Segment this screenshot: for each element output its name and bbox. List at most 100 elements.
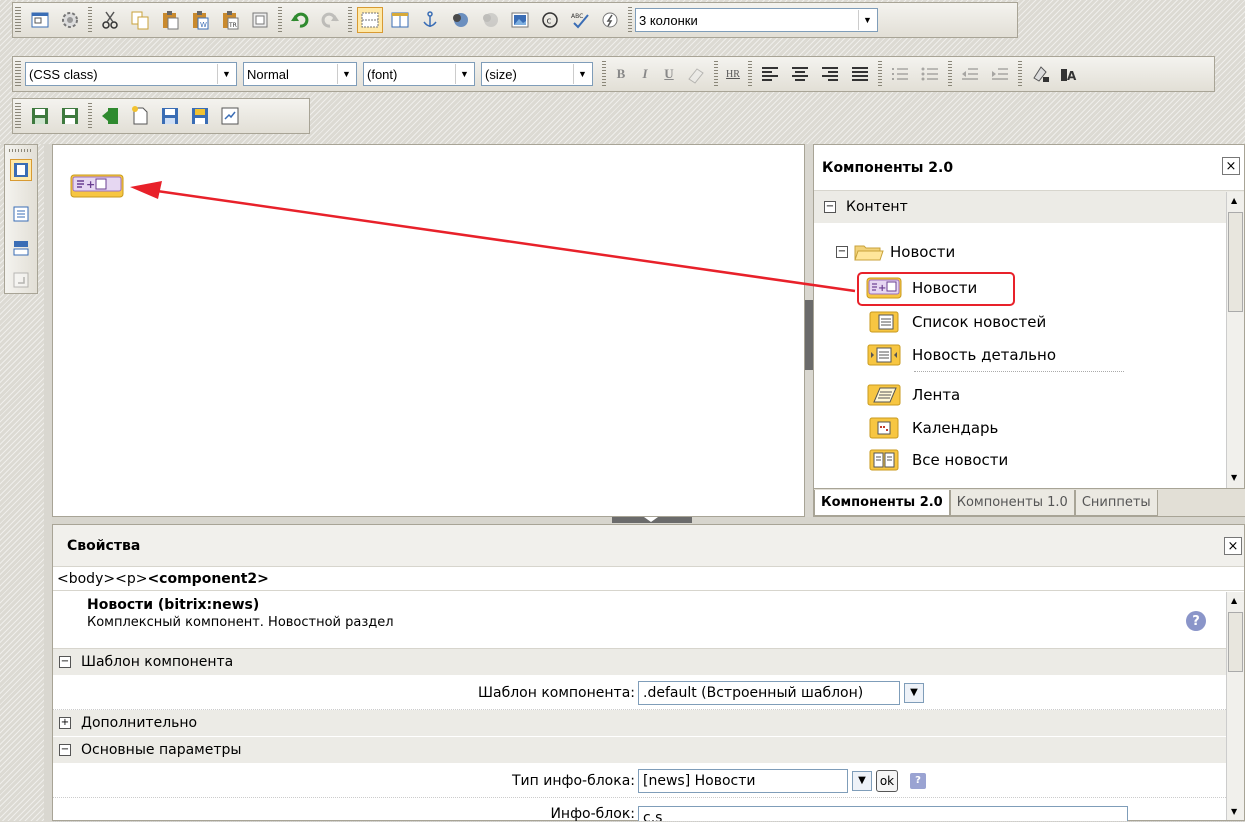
scroll-down-icon[interactable]: ▼ xyxy=(1231,473,1237,482)
format-select[interactable]: Normal ▼ xyxy=(243,62,357,86)
table-icon[interactable] xyxy=(387,7,413,33)
tab-components-2[interactable]: Компоненты 2.0 xyxy=(814,490,950,516)
scroll-thumb[interactable] xyxy=(1228,612,1243,672)
save-icon[interactable] xyxy=(27,103,53,129)
component-item-all-news[interactable]: Все новости xyxy=(866,449,1008,471)
breadcrumb-plain[interactable]: <body><p> xyxy=(57,571,147,587)
group-main-params[interactable]: − Основные параметры xyxy=(53,737,1244,764)
italic-button[interactable]: I xyxy=(633,66,657,82)
bullet-list-icon[interactable] xyxy=(917,61,943,87)
editor-canvas[interactable] xyxy=(52,144,805,517)
copyright-icon[interactable]: c xyxy=(537,7,563,33)
close-icon[interactable]: × xyxy=(1222,157,1240,175)
unlink-icon[interactable] xyxy=(477,7,503,33)
iblock-type-select[interactable]: [news] Новости xyxy=(638,768,848,793)
image-icon[interactable] xyxy=(507,7,533,33)
help-icon[interactable]: ? xyxy=(910,772,926,789)
help-icon[interactable]: ? xyxy=(1186,611,1206,631)
component-item-calendar[interactable]: Календарь xyxy=(866,417,998,439)
component-item-news-list[interactable]: Список новостей xyxy=(866,311,1046,333)
exit-icon[interactable] xyxy=(97,103,123,129)
toolbar-grip[interactable] xyxy=(15,7,21,33)
visual-mode-icon[interactable] xyxy=(10,159,32,181)
code-mode-icon[interactable] xyxy=(10,203,32,225)
properties-icon[interactable] xyxy=(217,103,243,129)
tab-snippets[interactable]: Сниппеты xyxy=(1074,490,1158,516)
align-center-icon[interactable] xyxy=(787,61,813,87)
link-icon[interactable] xyxy=(447,7,473,33)
undo-icon[interactable] xyxy=(287,7,313,33)
panel-resizer[interactable] xyxy=(52,517,1245,524)
paste-text-icon[interactable]: TR xyxy=(217,7,243,33)
expand-toggle[interactable]: + xyxy=(59,717,71,729)
save-page-icon[interactable] xyxy=(157,103,183,129)
source-icon[interactable] xyxy=(10,269,32,291)
group-component-template[interactable]: − Шаблон компонента xyxy=(53,649,1244,676)
scroll-thumb[interactable] xyxy=(1228,212,1243,312)
placed-component-icon[interactable]: + xyxy=(70,174,124,198)
anchor-icon[interactable] xyxy=(417,7,443,33)
close-icon[interactable]: × xyxy=(1224,537,1242,555)
align-right-icon[interactable] xyxy=(817,61,843,87)
save-as-icon[interactable] xyxy=(57,103,83,129)
toolbar-grip[interactable] xyxy=(15,61,21,87)
new-page-icon[interactable] xyxy=(127,103,153,129)
copy-icon[interactable] xyxy=(127,7,153,33)
paste-html-icon[interactable] xyxy=(247,7,273,33)
font-select[interactable]: (font) ▼ xyxy=(363,62,475,86)
template-select[interactable]: 3 колонки ▼ xyxy=(635,8,878,32)
flash-icon[interactable] xyxy=(597,7,623,33)
align-justify-icon[interactable] xyxy=(847,61,873,87)
size-select[interactable]: (size) ▼ xyxy=(481,62,593,86)
css-class-select[interactable]: (CSS class) ▼ xyxy=(25,62,237,86)
cut-icon[interactable] xyxy=(97,7,123,33)
component-item-news-detail[interactable]: Новость детально xyxy=(866,344,1056,366)
iblock-select[interactable]: c.s xyxy=(638,806,1128,821)
settings-icon[interactable] xyxy=(57,7,83,33)
eraser-icon[interactable] xyxy=(683,61,709,87)
template-select[interactable]: .default (Встроенный шаблон) xyxy=(638,680,900,705)
hr-button[interactable]: HR xyxy=(721,69,745,80)
toolbar-row-2: (CSS class) ▼ Normal ▼ (font) ▼ (size) ▼ B I… xyxy=(12,56,1215,92)
paste-word-icon[interactable]: W xyxy=(187,7,213,33)
collapse-toggle[interactable]: − xyxy=(824,201,836,213)
collapse-toggle[interactable]: − xyxy=(59,656,71,668)
redo-icon[interactable] xyxy=(317,7,343,33)
numbered-list-icon[interactable] xyxy=(887,61,913,87)
indent-icon[interactable] xyxy=(987,61,1013,87)
tree-scrollbar[interactable]: ▲ ▼ xyxy=(1226,192,1244,488)
panel-collapse-handle[interactable] xyxy=(805,300,813,370)
collapse-toggle[interactable]: − xyxy=(59,744,71,756)
chevron-down-icon: ▼ xyxy=(217,64,235,84)
content-section-header[interactable]: − Контент xyxy=(814,191,1244,223)
split-mode-icon[interactable] xyxy=(10,237,32,259)
table-borders-icon[interactable] xyxy=(357,7,383,33)
chevron-down-icon[interactable]: ▼ xyxy=(904,682,924,703)
template-label: Шаблон компонента: xyxy=(478,684,635,701)
fullscreen-icon[interactable] xyxy=(27,7,53,33)
align-left-icon[interactable] xyxy=(757,61,783,87)
ok-button[interactable]: ok xyxy=(876,769,898,792)
underline-button[interactable]: U xyxy=(657,66,681,82)
component-item-feed[interactable]: Лента xyxy=(866,384,960,406)
bold-button[interactable]: B xyxy=(609,66,633,82)
collapse-toggle[interactable]: − xyxy=(836,246,848,258)
background-color-icon[interactable] xyxy=(1027,61,1053,87)
scroll-up-icon[interactable]: ▲ xyxy=(1231,596,1237,605)
save-close-icon[interactable] xyxy=(187,103,213,129)
breadcrumb-current[interactable]: <component2> xyxy=(147,571,268,587)
group-additional[interactable]: + Дополнительно xyxy=(53,710,1244,737)
chevron-down-icon[interactable]: ▼ xyxy=(852,770,872,791)
font-color-icon[interactable]: A xyxy=(1057,61,1083,87)
outdent-icon[interactable] xyxy=(957,61,983,87)
toolbar-grip[interactable] xyxy=(15,103,21,129)
tree-folder-news[interactable]: − Новости xyxy=(836,243,955,261)
spellcheck-icon[interactable]: ABC xyxy=(567,7,593,33)
paste-icon[interactable] xyxy=(157,7,183,33)
scroll-down-icon[interactable]: ▼ xyxy=(1231,807,1237,816)
chevron-down-icon: ▼ xyxy=(573,64,591,84)
tab-components-1[interactable]: Компоненты 1.0 xyxy=(949,490,1075,516)
properties-scrollbar[interactable]: ▲ ▼ xyxy=(1226,592,1244,820)
svg-text:A: A xyxy=(1067,69,1077,83)
scroll-up-icon[interactable]: ▲ xyxy=(1231,196,1237,205)
